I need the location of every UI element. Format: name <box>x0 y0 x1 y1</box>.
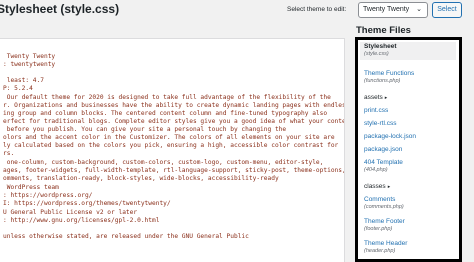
theme-files-heading: Theme Files <box>356 25 411 36</box>
file-item-comments[interactable]: Comments (comments.php) <box>364 196 404 211</box>
theme-select-value: Twenty Twenty <box>363 6 410 13</box>
code-line: r. Organizations and businesses have the… <box>3 102 345 109</box>
code-line: Our default theme for 2020 is designed t… <box>3 94 331 101</box>
code-line: Twenty Twenty <box>3 53 56 60</box>
file-desc: (functions.php) <box>364 78 401 84</box>
file-desc: (header.php) <box>364 248 396 254</box>
file-item-style-rtl[interactable]: style-rtl.css <box>364 120 397 128</box>
file-desc: (comments.php) <box>364 204 404 210</box>
code-line: : http://www.gnu.org/licenses/gpl-2.0.ht… <box>3 217 160 224</box>
code-line: before you publish. You can give your si… <box>3 126 287 133</box>
file-name: Theme Footer <box>364 218 405 225</box>
caret-right-icon: ▸ <box>387 184 391 190</box>
folder-label: assets <box>364 94 383 101</box>
chevron-down-icon: ⌄ <box>416 6 422 13</box>
file-name: Theme Functions <box>364 70 415 77</box>
folder-classes[interactable]: classes ▸ <box>364 183 390 190</box>
file-item-footer[interactable]: Theme Footer (footer.php) <box>364 218 405 233</box>
file-name: style-rtl.css <box>364 120 397 127</box>
theme-select[interactable]: Twenty Twenty ⌄ <box>358 2 428 18</box>
page-title: Stylesheet (style.css) <box>0 2 120 16</box>
code-line: P: 5.2.4 <box>3 85 33 92</box>
theme-files-panel: Stylesheet (style.css) Theme Functions (… <box>355 37 462 262</box>
theme-select-label: Select theme to edit: <box>287 6 347 13</box>
code-line: : twentytwenty <box>3 61 56 68</box>
code-line: olors and the accent color in the Custom… <box>3 134 335 141</box>
code-line: erfect for traditional blogs. Complete e… <box>3 118 345 125</box>
file-name: Stylesheet <box>364 43 397 50</box>
folder-label: classes <box>364 183 386 190</box>
code-line: least: 4.7 <box>3 77 44 84</box>
file-name: Theme Header <box>364 240 408 247</box>
code-line: one-column, custom-background, custom-co… <box>3 159 324 166</box>
code-line: ly calculated based on the colors you pi… <box>3 142 339 149</box>
select-theme-button[interactable]: Select <box>432 2 462 18</box>
folder-assets[interactable]: assets ▸ <box>364 94 387 101</box>
file-item-print-css[interactable]: print.css <box>364 107 388 115</box>
code-editor[interactable]: Twenty Twenty : twentytwenty least: 4.7 … <box>0 38 345 262</box>
file-name: package-lock.json <box>364 133 417 140</box>
code-line: I: https://wordpress.org/themes/twentytw… <box>3 200 171 207</box>
code-line: WordPress team <box>3 184 59 191</box>
code-line: U General Public License v2 or later <box>3 209 138 216</box>
file-item-functions[interactable]: Theme Functions (functions.php) <box>364 70 414 85</box>
code-line: ing group and column blocks. The centere… <box>3 110 328 117</box>
file-item-404[interactable]: 404 Template (404.php) <box>364 159 403 174</box>
file-item-package-json[interactable]: package.json <box>364 146 402 154</box>
code-line: rs. <box>3 150 15 157</box>
file-desc: (footer.php) <box>364 226 393 232</box>
file-name: Comments <box>364 196 396 203</box>
code-line: ages, footer-widgets, full-width-templat… <box>3 167 345 174</box>
file-item-stylesheet[interactable]: Stylesheet (style.css) <box>360 42 456 60</box>
file-item-package-lock[interactable]: package-lock.json <box>364 133 416 141</box>
code-line: : https://wordpress.org/ <box>3 192 93 199</box>
code-line: omments, translation-ready, block-styles… <box>3 175 279 182</box>
file-desc: (style.css) <box>364 51 389 57</box>
file-name: print.css <box>364 107 389 114</box>
file-desc: (404.php) <box>364 167 388 173</box>
caret-right-icon: ▸ <box>384 95 388 101</box>
code-line: unless otherwise stated, are released un… <box>3 233 249 240</box>
file-name: 404 Template <box>364 159 403 166</box>
file-name: package.json <box>364 146 403 153</box>
file-item-header[interactable]: Theme Header (header.php) <box>364 240 407 255</box>
